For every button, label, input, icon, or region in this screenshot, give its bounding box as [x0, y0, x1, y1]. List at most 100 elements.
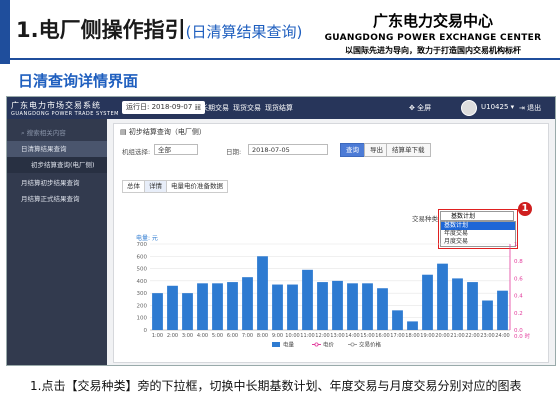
org-header: 广东电力交易中心 GUANGDONG POWER EXCHANGE CENTER…: [318, 10, 548, 56]
legend-marker: [350, 342, 355, 347]
legend-label: 电量: [283, 341, 295, 349]
sidebar-item-label: 日清算结果查询: [21, 145, 67, 153]
x-tick-label: 16:00: [375, 333, 389, 339]
run-date-picker[interactable]: 运行日: 2018-09-07 ▦: [122, 101, 206, 114]
slide-title-sub: (日清算结果查询): [185, 23, 303, 41]
download-statement-button[interactable]: 结算单下载: [386, 143, 431, 157]
main-content: ▤ 初步结算查询（电厂侧） 机组选择: 全部 日期: 2018-07-05 查询…: [107, 119, 555, 365]
legend-swatch: [272, 342, 280, 347]
x-tick-label: 12:00: [315, 333, 329, 339]
top-navbar: 广东电力市场交易系统 GUANGDONG POWER TRADE SYSTEM …: [7, 97, 555, 119]
nav-tab-spot-settle[interactable]: 现货结算: [265, 103, 293, 113]
fullscreen-button[interactable]: ✥ 全屏: [409, 103, 431, 113]
unit-select-value: 全部: [158, 146, 171, 154]
chevron-down-icon: ▾: [510, 103, 515, 111]
bar: [317, 282, 328, 330]
brand-cn: 广东电力市场交易系统: [11, 101, 101, 110]
x-tick-label: 8:00: [257, 333, 268, 339]
search-icon: ⌕: [21, 129, 25, 137]
app-screenshot: 广东电力市场交易系统 GUANGDONG POWER TRADE SYSTEM …: [6, 96, 556, 366]
x-tick-label: 22:00: [465, 333, 479, 339]
x-tick-label: 1:00: [152, 333, 163, 339]
section-title: 日清查询详情界面: [18, 72, 139, 90]
chart-ylabel: 电量: 元: [136, 234, 158, 242]
date-input-value: 2018-07-05: [252, 146, 290, 154]
bar: [482, 300, 493, 330]
nav-tab-midlong[interactable]: 中长期交易: [194, 103, 229, 113]
sidebar-item-label: 初步结算查询(电厂侧): [31, 161, 95, 169]
x-tick-label: 15:00: [360, 333, 374, 339]
x-tick-label: 4:00: [197, 333, 208, 339]
y-tick-label: 0: [144, 328, 148, 334]
bar: [422, 274, 433, 330]
y-tick-label: 400: [137, 279, 148, 285]
sidebar-item-month-final[interactable]: 月结算正式结果查询: [7, 191, 107, 207]
app-brand: 广东电力市场交易系统 GUANGDONG POWER TRADE SYSTEM: [11, 100, 119, 117]
step-badge: 1: [518, 202, 532, 216]
bar: [437, 263, 448, 330]
bar: [212, 283, 223, 330]
run-date-value: 2018-09-07: [151, 103, 193, 111]
sidebar-item-month-prelim[interactable]: 月结算初步结果查询: [7, 175, 107, 191]
chart-xticks: 1:00 2:00 3:00 4:00 5:00 6:00 7:00 8:00 9:00 10:0…: [152, 333, 510, 339]
x-tick-label: 7:00: [242, 333, 253, 339]
x-tick-label: 6:00: [227, 333, 238, 339]
date-label: 日期:: [226, 148, 242, 156]
bar: [392, 310, 403, 330]
x-tick-label: 20:00: [435, 333, 449, 339]
trade-type-label: 交易种类: [412, 215, 438, 223]
user-menu[interactable]: U10425 ▾: [481, 103, 514, 111]
bar: [197, 283, 208, 330]
y2-tick-label: 0.2: [514, 311, 523, 317]
x-tick-label: 3:00: [182, 333, 193, 339]
sidebar-search[interactable]: ⌕ 搜索相关内容: [7, 125, 107, 141]
sidebar-item-label: 月结算正式结果查询: [21, 195, 80, 203]
slide-title: 1.电厂侧操作指引(日清算结果查询): [16, 14, 302, 44]
x-tick-label: 18:00: [405, 333, 419, 339]
fullscreen-label: 全屏: [417, 104, 432, 112]
bar: [497, 290, 508, 330]
logout-button[interactable]: ⇥ 退出: [519, 103, 541, 113]
legend-label: 电价: [323, 341, 335, 349]
right-axis-label: 0.0 时: [514, 332, 530, 340]
tab-price-prep[interactable]: 电量电价准备数据: [166, 180, 228, 193]
bar: [362, 283, 373, 330]
bar: [257, 256, 268, 330]
x-tick-label: 11:00: [300, 333, 314, 339]
y2-tick-label: 0.8: [514, 259, 523, 265]
bar: [152, 293, 163, 330]
unit-label: 机组选择:: [122, 148, 151, 156]
bar: [182, 293, 193, 330]
bar: [272, 284, 283, 330]
unit-select[interactable]: 全部: [154, 144, 198, 155]
bar: [452, 278, 463, 330]
tab-overview[interactable]: 总体: [122, 180, 145, 193]
instruction-caption: 1.点击【交易种类】旁的下拉框，切换中长期基数计划、年度交易与月度交易分别对应的…: [30, 379, 522, 393]
panel-title-text: 初步结算查询（电厂侧）: [128, 128, 206, 136]
query-button[interactable]: 查询: [340, 143, 365, 157]
sidebar-item-daily-settle[interactable]: 日清算结果查询: [7, 141, 107, 157]
logout-icon: ⇥: [519, 104, 525, 112]
y-tick-label: 300: [137, 291, 148, 297]
bar: [407, 321, 418, 330]
sidebar-search-placeholder: 搜索相关内容: [26, 129, 66, 137]
nav-tab-spot-trade[interactable]: 现货交易: [233, 103, 261, 113]
legend-item: 电量: [272, 341, 295, 349]
header-accent-bar: [0, 0, 10, 64]
date-input[interactable]: 2018-07-05: [248, 144, 328, 155]
sidebar: ⌕ 搜索相关内容 日清算结果查询 初步结算查询(电厂侧) 月结算初步结果查询 月…: [7, 119, 107, 365]
legend-label: 交易价格: [359, 341, 382, 349]
sidebar-item-prelim-settle[interactable]: 初步结算查询(电厂侧): [7, 157, 107, 173]
y2-tick-label: 1: [514, 242, 518, 248]
user-avatar[interactable]: [461, 100, 477, 116]
x-tick-label: 9:00: [272, 333, 283, 339]
x-tick-label: 21:00: [450, 333, 464, 339]
x-tick-label: 24:00: [495, 333, 509, 339]
legend-item: 交易价格: [348, 341, 382, 349]
chart-legend: 电量 电价 交易价格: [272, 341, 382, 349]
chart-yticks: 0 100 200 300 400 500 600 700: [137, 242, 148, 334]
tab-detail[interactable]: 详情: [144, 180, 167, 193]
logout-label: 退出: [527, 104, 542, 112]
x-tick-label: 10:00: [285, 333, 299, 339]
x-tick-label: 2:00: [167, 333, 178, 339]
